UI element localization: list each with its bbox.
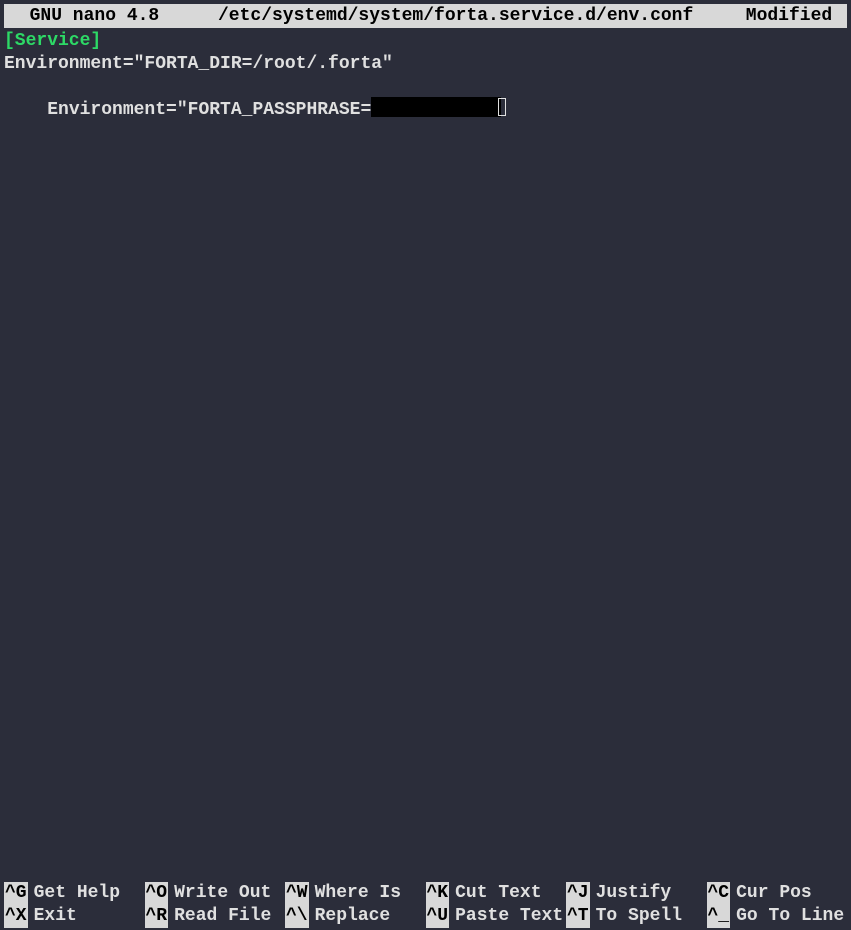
shortcut-bar: ^G Get Help ^O Write Out ^W Where Is ^K … xyxy=(4,882,847,928)
shortcut-key: ^T xyxy=(566,905,590,928)
shortcut-key: ^J xyxy=(566,882,590,905)
app-name: GNU nano 4.8 xyxy=(8,4,218,28)
shortcut-key: ^G xyxy=(4,882,28,905)
shortcut-read-file[interactable]: ^R Read File xyxy=(145,905,286,928)
shortcut-cut-text[interactable]: ^K Cut Text xyxy=(426,882,567,905)
shortcut-label: Exit xyxy=(28,905,77,928)
shortcut-get-help[interactable]: ^G Get Help xyxy=(4,882,145,905)
editor-area[interactable]: [Service] Environment="FORTA_DIR=/root/.… xyxy=(0,28,851,145)
shortcut-key: ^_ xyxy=(707,905,731,928)
shortcut-paste-text[interactable]: ^U Paste Text xyxy=(426,905,567,928)
shortcut-label: Cur Pos xyxy=(730,882,812,905)
shortcut-exit[interactable]: ^X Exit xyxy=(4,905,145,928)
config-line-1: Environment="FORTA_DIR=/root/.forta" xyxy=(4,53,851,76)
shortcut-label: To Spell xyxy=(590,905,682,928)
shortcut-write-out[interactable]: ^O Write Out xyxy=(145,882,286,905)
title-bar: GNU nano 4.8 /etc/systemd/system/forta.s… xyxy=(4,4,847,28)
shortcut-label: Replace xyxy=(309,905,391,928)
shortcut-key: ^R xyxy=(145,905,169,928)
shortcut-label: Read File xyxy=(168,905,271,928)
shortcut-row-1: ^G Get Help ^O Write Out ^W Where Is ^K … xyxy=(4,882,847,905)
shortcut-justify[interactable]: ^J Justify xyxy=(566,882,707,905)
shortcut-key: ^W xyxy=(285,882,309,905)
section-header: [Service] xyxy=(4,30,851,53)
shortcut-row-2: ^X Exit ^R Read File ^\ Replace ^U Paste… xyxy=(4,905,847,928)
shortcut-label: Where Is xyxy=(309,882,401,905)
shortcut-label: Justify xyxy=(590,882,672,905)
file-path: /etc/systemd/system/forta.service.d/env.… xyxy=(218,4,746,28)
shortcut-replace[interactable]: ^\ Replace xyxy=(285,905,426,928)
shortcut-key: ^O xyxy=(145,882,169,905)
cursor xyxy=(498,98,506,116)
shortcut-where-is[interactable]: ^W Where Is xyxy=(285,882,426,905)
shortcut-key: ^U xyxy=(426,905,450,928)
shortcut-cur-pos[interactable]: ^C Cur Pos xyxy=(707,882,848,905)
shortcut-key: ^C xyxy=(707,882,731,905)
shortcut-label: Go To Line xyxy=(730,905,844,928)
shortcut-label: Paste Text xyxy=(449,905,563,928)
shortcut-to-spell[interactable]: ^T To Spell xyxy=(566,905,707,928)
config-line-2-text: Environment="FORTA_PASSPHRASE= xyxy=(47,100,371,120)
shortcut-go-to-line[interactable]: ^_ Go To Line xyxy=(707,905,848,928)
shortcut-label: Cut Text xyxy=(449,882,541,905)
config-line-2: Environment="FORTA_PASSPHRASE= xyxy=(4,76,851,145)
shortcut-key: ^\ xyxy=(285,905,309,928)
shortcut-key: ^K xyxy=(426,882,450,905)
shortcut-label: Write Out xyxy=(168,882,271,905)
shortcut-label: Get Help xyxy=(28,882,120,905)
redacted-value xyxy=(371,97,501,117)
shortcut-key: ^X xyxy=(4,905,28,928)
modified-status: Modified xyxy=(746,4,843,28)
